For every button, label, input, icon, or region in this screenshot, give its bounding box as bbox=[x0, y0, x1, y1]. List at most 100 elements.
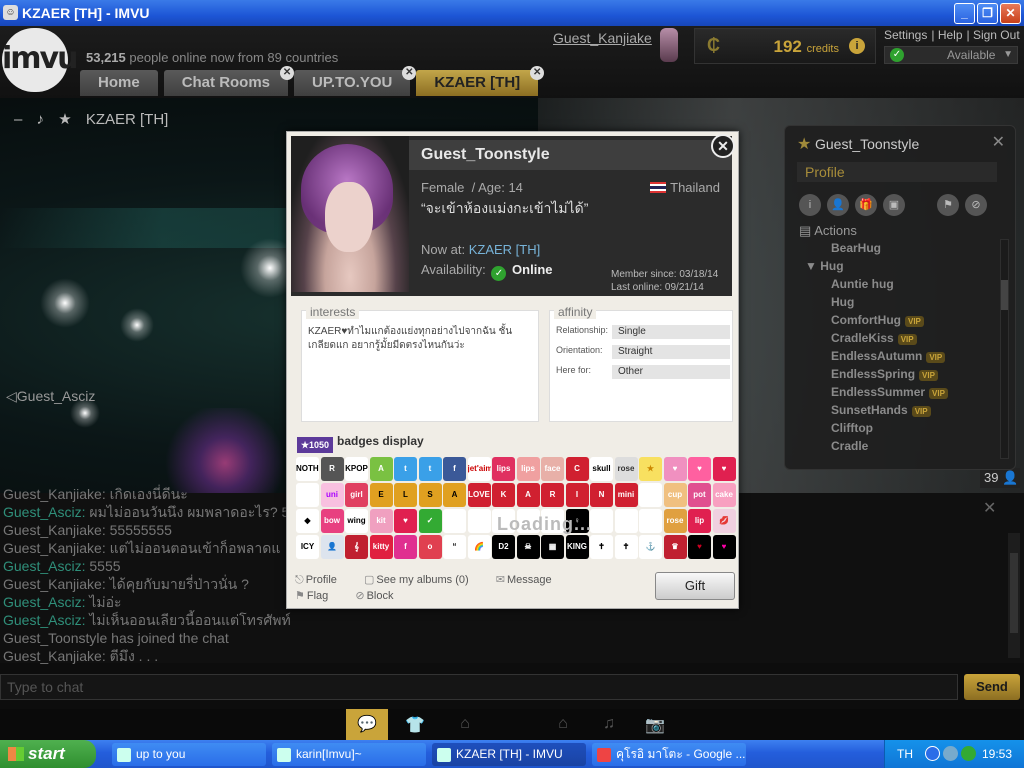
chat-nick[interactable]: Guest_Kanjiake bbox=[3, 648, 102, 664]
actions-scrollbar[interactable] bbox=[1000, 239, 1009, 459]
badge-icon[interactable]: 🌈 bbox=[467, 535, 491, 559]
badge-icon[interactable]: cup bbox=[663, 483, 687, 507]
action-item[interactable]: EndlessSummer VIP bbox=[805, 383, 948, 401]
chat-nick[interactable]: Guest_Kanjiake bbox=[3, 576, 102, 592]
chat-input[interactable]: Type to chat bbox=[0, 674, 958, 700]
profile-action[interactable]: ⎋ Profile bbox=[295, 574, 349, 586]
badge-icon[interactable]: NOTHING LASTS FOREVER bbox=[296, 457, 319, 481]
action-item[interactable]: ComfortHug VIP bbox=[805, 311, 948, 329]
action-item[interactable]: Clifftop bbox=[805, 419, 948, 437]
camera-icon[interactable]: 📷 bbox=[644, 715, 666, 735]
badge-icon[interactable] bbox=[639, 483, 662, 507]
badge-icon[interactable]: ICY bbox=[296, 535, 319, 559]
action-item[interactable]: Hug bbox=[805, 293, 948, 311]
badge-icon[interactable]: S bbox=[418, 483, 442, 507]
chat-nick[interactable]: Guest_Asciz bbox=[3, 612, 82, 628]
message-action[interactable]: ✉ Message bbox=[496, 574, 564, 586]
maximize-button[interactable]: ❐ bbox=[977, 3, 998, 24]
badge-icon[interactable]: E bbox=[369, 483, 393, 507]
albums-action[interactable]: ▢ See my albums (0) bbox=[364, 574, 481, 586]
home-icon[interactable]: ⌂ bbox=[552, 715, 574, 735]
badge-icon[interactable]: KPOP bbox=[345, 457, 368, 481]
add-friend-icon[interactable]: 👤 bbox=[827, 194, 849, 216]
badge-icon[interactable]: rose bbox=[614, 457, 638, 481]
badge-icon[interactable]: cake bbox=[712, 483, 736, 507]
badge-icon[interactable]: face bbox=[541, 457, 564, 481]
badge-icon[interactable]: t bbox=[418, 457, 442, 481]
badge-icon[interactable]: ♥ bbox=[712, 457, 736, 481]
close-tab-icon[interactable]: ✕ bbox=[402, 66, 417, 80]
start-button[interactable]: start bbox=[0, 740, 96, 768]
badge-icon[interactable]: girl bbox=[345, 483, 368, 507]
credits-box[interactable]: ₵ 192 credits i bbox=[694, 28, 876, 64]
badge-icon[interactable]: skull bbox=[590, 457, 613, 481]
people-count-badge[interactable]: 39 👤 bbox=[980, 468, 1020, 488]
badge-icon[interactable]: 𝄞 bbox=[345, 535, 368, 559]
badge-icon[interactable]: kitty bbox=[369, 535, 393, 559]
taskbar-item-active[interactable]: KZAER [TH] - IMVU bbox=[432, 743, 586, 766]
imvu-logo[interactable]: imvu bbox=[2, 28, 78, 92]
action-item[interactable]: SunsetHands VIP bbox=[805, 401, 948, 419]
gift-icon[interactable]: 🎁 bbox=[855, 194, 877, 216]
badge-icon[interactable]: ✝ bbox=[590, 535, 613, 559]
badge-icon[interactable]: pot bbox=[688, 483, 711, 507]
badge-icon[interactable]: “ bbox=[443, 535, 466, 559]
shirt-icon[interactable]: 👕 bbox=[404, 715, 426, 735]
badge-icon[interactable]: ♛ bbox=[663, 535, 687, 559]
scrollbar-thumb[interactable] bbox=[1001, 280, 1008, 310]
block-action[interactable]: ⊘ Block bbox=[355, 590, 405, 602]
taskbar-item[interactable]: คุโรอิ มาโตะ - Google ... bbox=[592, 743, 746, 766]
profile-avatar-photo[interactable] bbox=[291, 136, 409, 292]
badge-icon[interactable]: uni bbox=[320, 483, 344, 507]
badge-icon[interactable]: L bbox=[394, 483, 417, 507]
badge-icon[interactable]: t bbox=[394, 457, 417, 481]
badge-icon[interactable]: ▦ bbox=[541, 535, 564, 559]
user-avatar-thumbnail[interactable] bbox=[660, 28, 678, 62]
taskbar-item[interactable]: karin[Imvu]~ bbox=[272, 743, 426, 766]
badge-icon[interactable]: lips bbox=[516, 457, 540, 481]
badge-icon[interactable] bbox=[443, 509, 466, 533]
badge-icon[interactable] bbox=[296, 483, 319, 507]
badge-icon[interactable]: C bbox=[565, 457, 589, 481]
badge-icon[interactable]: N bbox=[590, 483, 613, 507]
close-panel-icon[interactable]: ✕ bbox=[992, 132, 1005, 152]
badge-icon[interactable]: ♥ bbox=[394, 509, 417, 533]
info-icon[interactable]: i bbox=[849, 38, 865, 54]
chat-bubble-icon[interactable]: 💬 bbox=[346, 709, 388, 740]
badge-icon[interactable]: ◆ bbox=[296, 509, 319, 533]
badge-icon[interactable]: mini bbox=[614, 483, 638, 507]
star-icon[interactable]: ★ bbox=[58, 111, 71, 128]
chat-nick[interactable]: Guest_Kanjiake bbox=[3, 540, 102, 556]
badge-icon[interactable] bbox=[590, 509, 613, 533]
badge-icon[interactable]: bow bbox=[320, 509, 344, 533]
action-item[interactable]: ▼ Hug bbox=[805, 257, 948, 275]
badge-icon[interactable]: lips bbox=[492, 457, 515, 481]
badge-count-icon[interactable]: ★1050 bbox=[297, 437, 333, 453]
music-icon[interactable]: ♫ bbox=[598, 715, 620, 735]
badge-icon[interactable]: LOVE bbox=[467, 483, 491, 507]
tab-up-to-you[interactable]: UP.TO.YOU ✕ bbox=[294, 66, 417, 96]
settings-link[interactable]: Settings bbox=[884, 28, 927, 42]
chat-scrollbar[interactable] bbox=[1008, 533, 1020, 658]
tab-kzaer-th[interactable]: KZAER [TH] ✕ bbox=[416, 66, 545, 96]
now-at-room-link[interactable]: KZAER [TH] bbox=[469, 242, 541, 257]
badge-icon[interactable]: ♥ bbox=[688, 535, 711, 559]
badge-icon[interactable]: rose bbox=[663, 509, 687, 533]
language-indicator[interactable]: TH bbox=[897, 747, 913, 761]
chat-nick[interactable]: Guest_Asciz bbox=[3, 594, 82, 610]
tray-arrow-icon[interactable] bbox=[925, 746, 940, 761]
avatar-name-label[interactable]: ◁Guest_Asciz bbox=[6, 388, 95, 405]
minimize-button[interactable]: _ bbox=[954, 3, 975, 24]
badge-icon[interactable]: wing bbox=[345, 509, 368, 533]
badge-icon[interactable]: f bbox=[443, 457, 466, 481]
badge-icon[interactable]: 💋 bbox=[712, 509, 736, 533]
minus-icon[interactable]: – bbox=[14, 111, 22, 128]
current-username-link[interactable]: Guest_Kanjiake bbox=[553, 30, 652, 46]
badge-icon[interactable]: A bbox=[516, 483, 540, 507]
badge-icon[interactable]: K bbox=[492, 483, 515, 507]
music-note-icon[interactable]: ♪ bbox=[37, 111, 45, 128]
close-tab-icon[interactable]: ✕ bbox=[530, 66, 545, 80]
badge-icon[interactable]: ⚓ bbox=[639, 535, 662, 559]
action-item[interactable]: Cradle bbox=[805, 437, 948, 455]
profile-link[interactable]: Profile bbox=[797, 162, 997, 182]
